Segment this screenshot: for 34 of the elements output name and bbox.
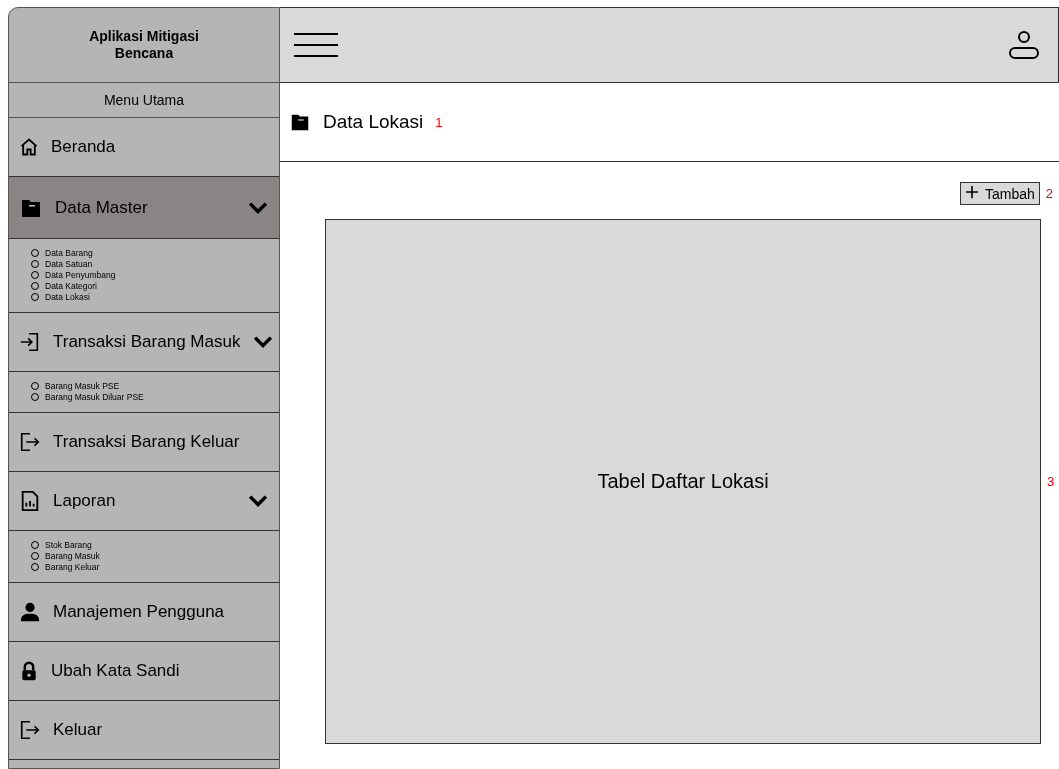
submenu-item[interactable]: Data Kategori [45, 281, 97, 291]
menu-icon[interactable] [294, 32, 338, 58]
menu-item[interactable]: Transaksi Barang Keluar [9, 413, 279, 472]
user-icon[interactable] [1008, 29, 1040, 61]
exit-icon [19, 719, 41, 741]
menu-item[interactable]: Keluar [9, 701, 279, 760]
table-placeholder-label: Tabel Daftar Lokasi [597, 470, 769, 493]
menu-item[interactable]: Data Master [9, 177, 279, 239]
annotation-number: 3 [1047, 474, 1055, 489]
submenu-item[interactable]: Data Barang [45, 248, 93, 258]
exit-icon [19, 431, 41, 453]
add-button[interactable]: Tambah [959, 182, 1040, 205]
menu-item[interactable]: Transaksi Barang Masuk [9, 313, 279, 372]
menu-item[interactable]: Laporan [9, 472, 279, 531]
home-icon [19, 137, 39, 157]
annotation-number: 2 [1045, 186, 1053, 201]
submenu-item[interactable]: Barang Masuk PSE [45, 381, 120, 391]
menu-item[interactable]: Manajemen Pengguna [9, 583, 279, 642]
annotation-number: 1 [435, 114, 443, 130]
enter-icon [19, 331, 41, 353]
submenu-item[interactable]: Barang Masuk [45, 551, 100, 561]
person-icon [19, 601, 41, 623]
submenu-item[interactable]: Data Satuan [45, 259, 93, 269]
submenu-item[interactable]: Data Penyumbang [45, 270, 116, 280]
page-title: Data Lokasi [323, 111, 424, 133]
section-label: Menu Utama [9, 83, 279, 118]
menu-item[interactable]: Ubah Kata Sandi [9, 642, 279, 701]
submenu-item[interactable]: Stok Barang [45, 540, 92, 550]
submenu-item[interactable]: Data Lokasi [45, 292, 90, 302]
submenu-item[interactable]: Barang Masuk Diluar PSE [45, 392, 144, 402]
submenu-item[interactable]: Barang Keluar [45, 562, 100, 572]
lock-icon [19, 659, 39, 683]
app-title: Aplikasi Mitigasi Bencana [88, 28, 200, 62]
report-icon [19, 490, 41, 512]
